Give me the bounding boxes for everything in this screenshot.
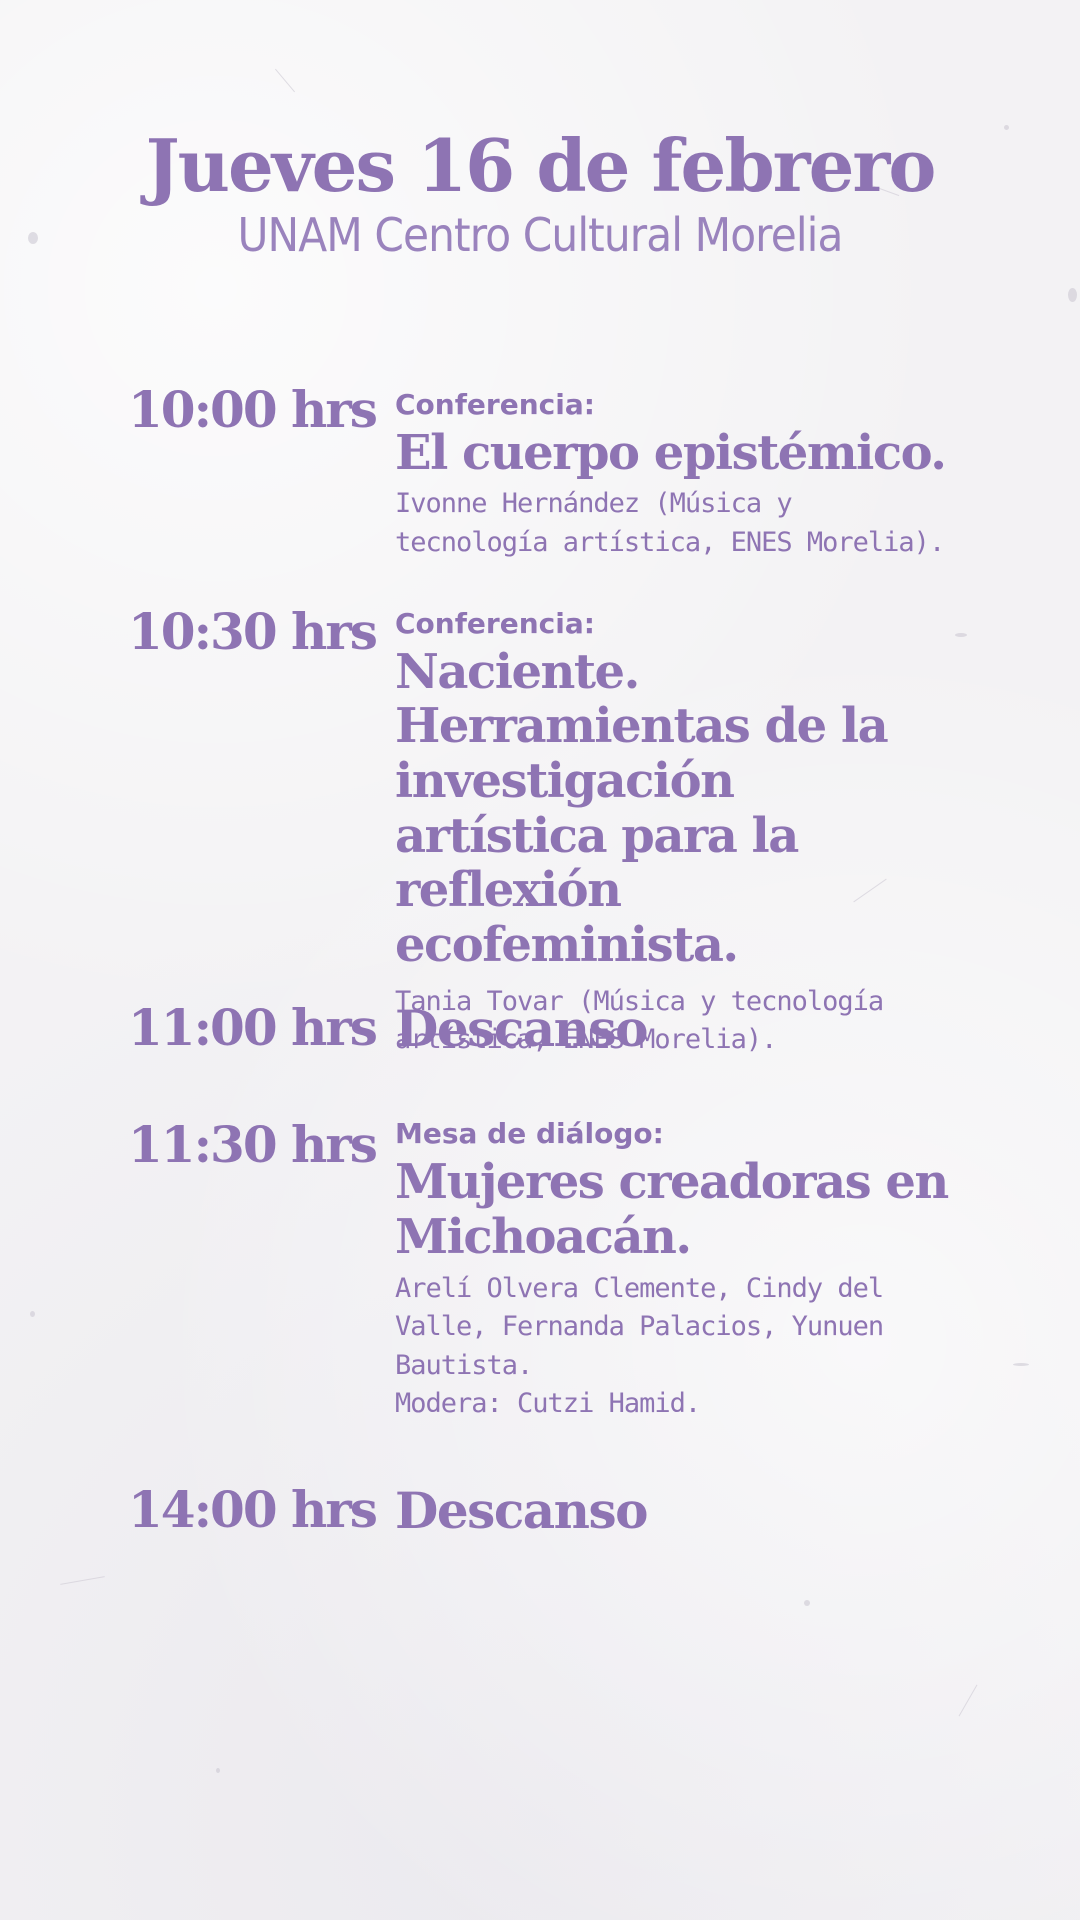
event-description: Arelí Olvera Clemente, Cindy del Valle, … <box>395 1270 955 1423</box>
event-description: Ivonne Hernández (Música y tecnología ar… <box>395 485 955 562</box>
schedule-time: 11:30 hrs <box>128 1115 378 1174</box>
event-title: Mujeres creadoras en Michoacán. <box>395 1153 949 1266</box>
schedule-time: 10:00 hrs <box>128 380 378 439</box>
event-title: Descanso <box>395 1481 649 1540</box>
page-header: Jueves 16 de febrero UNAM Centro Cultura… <box>0 128 1080 262</box>
event-title: El cuerpo epistémico. <box>395 424 947 481</box>
event-type: Conferencia: <box>395 607 595 640</box>
venue-subtitle: UNAM Centro Cultural Morelia <box>237 207 843 262</box>
schedule-time: 10:30 hrs <box>128 602 378 661</box>
event-description-line: Modera: Cutzi Hamid. <box>395 1387 701 1419</box>
event-title: Descanso <box>395 999 649 1058</box>
event-type: Mesa de diálogo: <box>395 1117 664 1150</box>
schedule-item: Mesa de diálogo: Mujeres creadoras en Mi… <box>395 1117 955 1423</box>
schedule-time: 14:00 hrs <box>128 1480 378 1539</box>
schedule-item: Descanso <box>395 1000 955 1058</box>
schedule-time: 11:00 hrs <box>128 998 378 1057</box>
event-type: Conferencia: <box>395 388 595 421</box>
schedule-item: Conferencia: Naciente. Herramientas de l… <box>395 607 955 1060</box>
event-description-line: Ivonne Hernández (Música y tecnología ar… <box>395 488 945 558</box>
event-title: Naciente. Herramientas de la investigaci… <box>395 643 889 974</box>
schedule-item: Conferencia: El cuerpo epistémico. Ivonn… <box>395 388 955 562</box>
page-title: Jueves 16 de febrero <box>145 123 937 208</box>
event-description-line: Arelí Olvera Clemente, Cindy del Valle, … <box>395 1272 884 1381</box>
schedule-item: Descanso <box>395 1482 955 1540</box>
